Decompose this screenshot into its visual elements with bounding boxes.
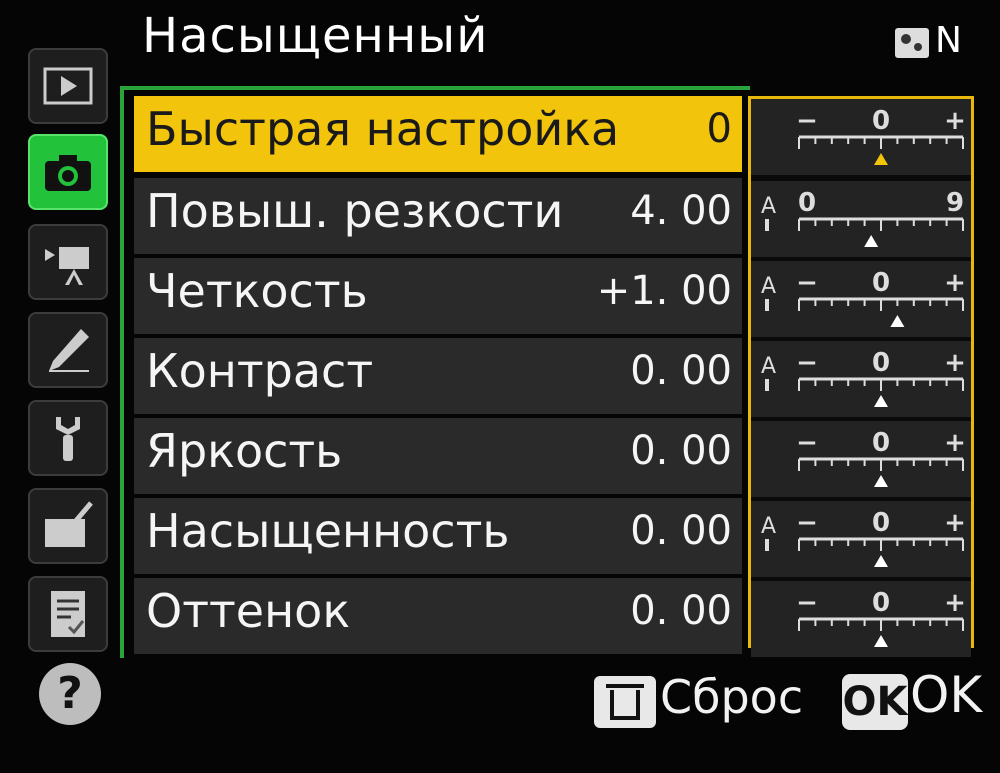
scale-center-label: 0	[872, 348, 890, 378]
scale-center-label: 0	[872, 588, 890, 618]
adjustment-scale: A0 9	[751, 181, 971, 257]
setting-value: 0. 00	[630, 348, 732, 394]
scale-graphic: − 0 +	[796, 106, 966, 165]
scale-marker	[890, 315, 905, 327]
setting-row-clarity[interactable]: Четкость +1. 00	[134, 258, 742, 334]
scale-min-label: −	[796, 588, 818, 618]
retouch-icon	[45, 501, 93, 547]
scale-min-label: −	[796, 268, 818, 298]
page-title: Насыщенный	[142, 8, 489, 64]
pencil-icon	[49, 329, 89, 372]
scale-graphic: − 0 +	[796, 588, 966, 647]
help-button[interactable]: ?	[39, 663, 101, 725]
adjustment-scale: − 0 +	[751, 99, 971, 175]
scale-center-label: 0	[872, 268, 890, 298]
scale-center-label: 0	[872, 508, 890, 538]
picture-control-mode: N	[935, 20, 962, 61]
scale-graphic: A0 9	[761, 188, 964, 247]
play-icon	[43, 67, 93, 105]
reset-label: Сброс	[660, 670, 804, 724]
scale-graphic: − 0 +	[796, 428, 966, 487]
auto-indicator-icon: A	[761, 354, 776, 379]
setting-label: Оттенок	[146, 584, 351, 638]
scale-min-label: −	[796, 508, 818, 538]
scale-marker	[874, 153, 888, 165]
setting-label: Контраст	[146, 344, 374, 398]
scale-marker	[864, 235, 879, 247]
setting-value: 4. 00	[630, 188, 732, 234]
picture-control-badge: N	[895, 20, 965, 66]
adjustment-scale: − 0 +	[751, 581, 971, 657]
picture-control-icon	[895, 28, 929, 58]
setting-label: Насыщенность	[146, 504, 510, 558]
ok-button-icon[interactable]: OK	[842, 674, 908, 730]
setting-row-saturation[interactable]: Насыщенность 0. 00	[134, 498, 742, 574]
trash-icon	[594, 676, 656, 728]
camera-icon	[45, 155, 91, 191]
setting-row-hue[interactable]: Оттенок 0. 00	[134, 578, 742, 654]
scale-center-label: 0	[872, 106, 890, 136]
setting-value: 0. 00	[630, 508, 732, 554]
tab-setup-menu[interactable]	[28, 400, 108, 476]
setting-label: Яркость	[146, 424, 343, 478]
scale-min-label: −	[796, 428, 818, 458]
tab-movie-menu[interactable]	[28, 224, 108, 300]
auto-indicator-bar	[765, 219, 769, 231]
scale-graphic: A − 0 +	[761, 348, 966, 407]
scale-max-label: +	[944, 588, 966, 618]
auto-indicator-icon: A	[761, 194, 776, 219]
tab-playback-menu[interactable]	[28, 48, 108, 124]
scale-max-label: +	[944, 268, 966, 298]
setting-label: Быстрая настройка	[146, 102, 620, 156]
auto-indicator-icon: A	[761, 514, 776, 539]
auto-indicator-bar	[765, 379, 769, 391]
setting-value: 0. 00	[630, 428, 732, 474]
scale-max-label: 9	[946, 188, 964, 218]
scale-marker	[874, 635, 888, 647]
scale-center-label: 0	[872, 428, 890, 458]
checklist-icon	[51, 591, 85, 637]
adjustment-scales-panel: −0 + A 0 9 A −0 + A −0 + −0 + A −0 + −0 +	[748, 96, 974, 657]
tab-retouch-menu[interactable]	[28, 488, 108, 564]
auto-indicator-icon: A	[761, 274, 776, 299]
wrench-icon	[56, 417, 80, 461]
scale-marker	[874, 395, 888, 407]
movie-camera-icon	[45, 247, 89, 285]
scale-marker	[874, 555, 888, 567]
scale-graphic: A − 0 +	[761, 508, 966, 567]
setting-label: Повыш. резкости	[146, 184, 564, 238]
scale-min-label: 0	[798, 188, 816, 218]
scale-max-label: +	[944, 428, 966, 458]
setting-value: +1. 00	[596, 268, 732, 314]
setting-value: 0. 00	[630, 588, 732, 634]
ok-label: OK	[910, 666, 983, 724]
frame-border-top	[120, 86, 750, 90]
adjustment-scale: A − 0 +	[751, 501, 971, 577]
setting-row-quick-adjust[interactable]: Быстрая настройка 0	[134, 96, 742, 172]
setting-row-sharpening[interactable]: Повыш. резкости 4. 00	[134, 178, 742, 254]
setting-value: 0	[706, 106, 732, 152]
tab-my-menu[interactable]	[28, 576, 108, 652]
adjustment-scale: A − 0 +	[751, 341, 971, 417]
auto-indicator-bar	[765, 539, 769, 551]
scale-min-label: −	[796, 106, 818, 136]
frame-border-left	[120, 86, 124, 658]
tab-custom-settings[interactable]	[28, 312, 108, 388]
scale-max-label: +	[944, 348, 966, 378]
setting-row-brightness[interactable]: Яркость 0. 00	[134, 418, 742, 494]
scale-marker	[874, 475, 888, 487]
scale-max-label: +	[944, 508, 966, 538]
scale-max-label: +	[944, 106, 966, 136]
setting-row-contrast[interactable]: Контраст 0. 00	[134, 338, 742, 414]
auto-indicator-bar	[765, 299, 769, 311]
adjustment-scale: A − 0 +	[751, 261, 971, 337]
tab-shooting-menu[interactable]	[28, 134, 108, 210]
adjustment-scale: − 0 +	[751, 421, 971, 497]
scale-graphic: A − 0 +	[761, 268, 966, 327]
scale-min-label: −	[796, 348, 818, 378]
setting-label: Четкость	[146, 264, 368, 318]
